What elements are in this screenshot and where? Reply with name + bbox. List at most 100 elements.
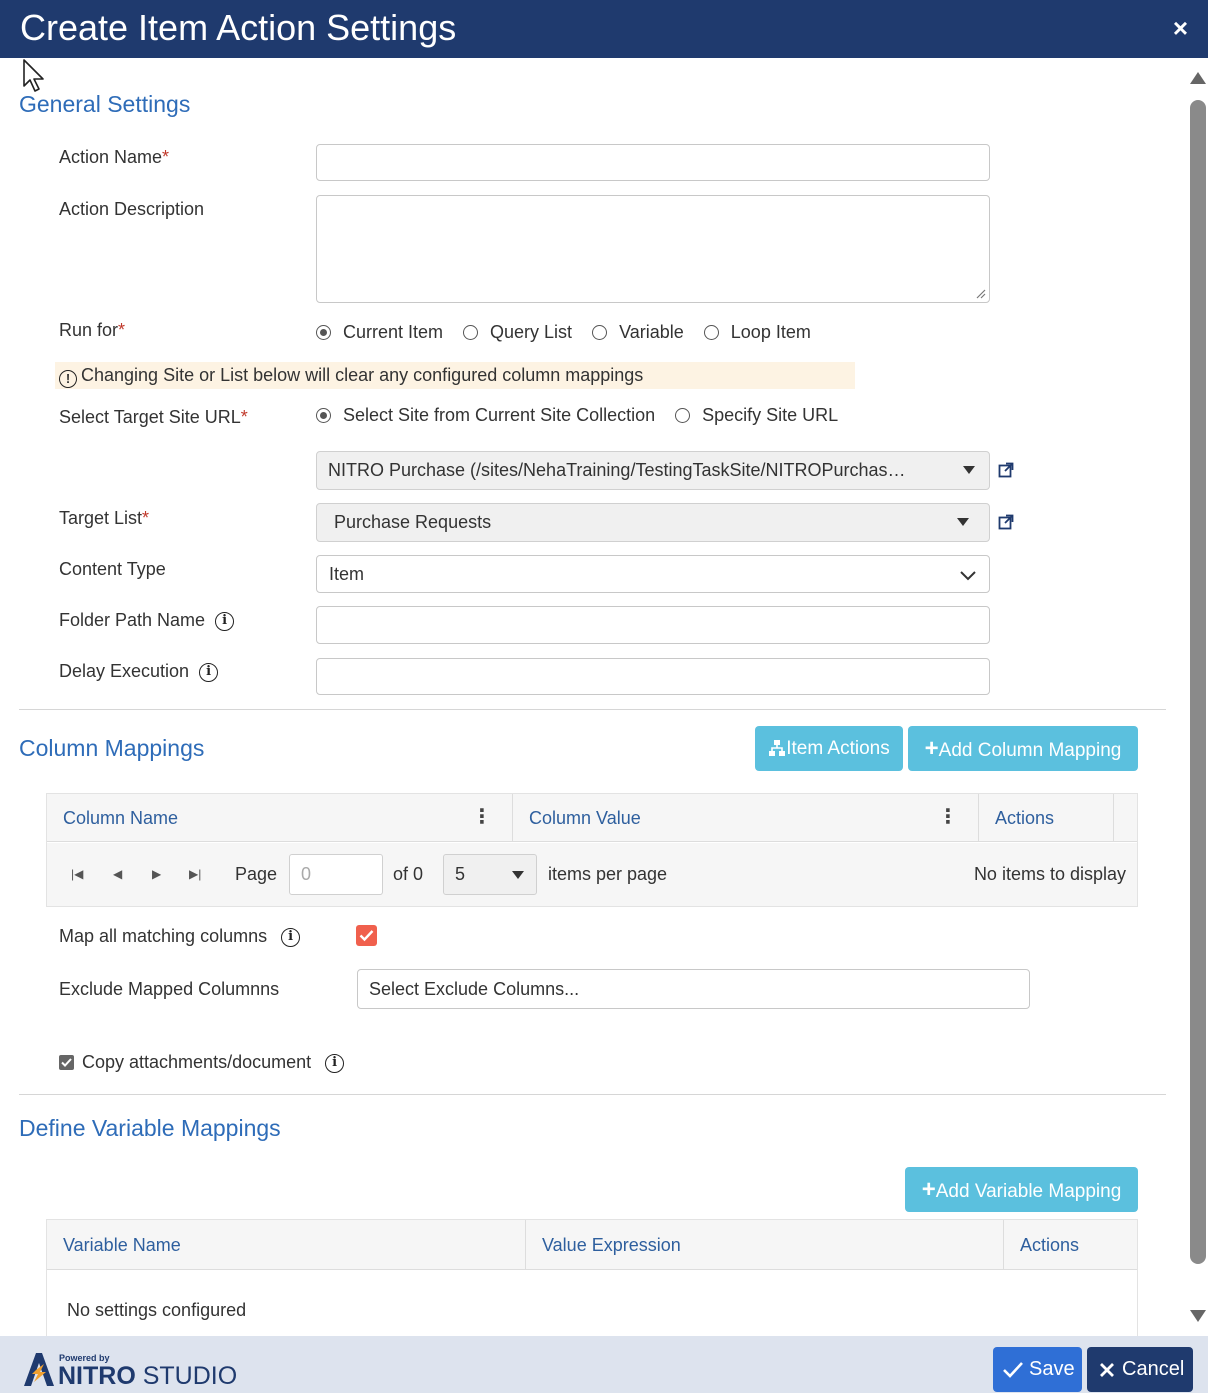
target-site-option-label: Specify Site URL <box>702 405 839 425</box>
scrollbar-thumb[interactable] <box>1190 100 1206 1264</box>
exclamation-icon: ! <box>59 370 77 388</box>
grid-header: Column Name ⋮ Column Value ⋮ Actions <box>47 794 1137 842</box>
run-for-query-list[interactable]: Query List <box>463 322 572 343</box>
cancel-label: Cancel <box>1122 1358 1185 1380</box>
site-from-collection-option[interactable]: Select Site from Current Site Collection <box>316 405 655 426</box>
add-column-mapping-button[interactable]: +Add Column Mapping <box>908 726 1138 771</box>
page-label: Page <box>235 864 278 884</box>
nitro-logo-icon <box>24 1353 54 1386</box>
scroll-down-icon[interactable] <box>1190 1310 1206 1322</box>
column-mappings-grid: Column Name ⋮ Column Value ⋮ Actions |◀ … <box>46 793 1138 907</box>
dialog-footer: Powered by NITRO STUDIO Save Cancel <box>0 1336 1208 1393</box>
scroll-up-icon[interactable] <box>1190 72 1206 84</box>
copy-attachments-row: Copy attachments/document i <box>59 1052 345 1073</box>
site-dropdown[interactable]: NITRO Purchase (/sites/NehaTraining/Test… <box>316 451 990 490</box>
exclude-columns-select[interactable]: Select Exclude Columns... <box>357 969 1030 1009</box>
first-page-icon[interactable]: |◀ <box>71 843 83 906</box>
run-for-loop-item[interactable]: Loop Item <box>703 322 811 343</box>
radio-unchecked-icon[interactable] <box>463 325 479 340</box>
save-button[interactable]: Save <box>993 1347 1082 1392</box>
items-per-page-label: items per page <box>548 864 668 884</box>
save-label: Save <box>1029 1358 1075 1380</box>
info-icon[interactable]: i <box>325 1053 345 1073</box>
mouse-pointer-icon <box>23 59 44 92</box>
run-for-option-label: Loop Item <box>730 322 811 342</box>
radio-checked-icon[interactable] <box>316 325 331 340</box>
map-all-checkbox[interactable] <box>356 925 377 946</box>
content-type-label: Content Type <box>59 559 166 579</box>
site-dropdown-value: NITRO Purchase (/sites/NehaTraining/Test… <box>328 460 906 480</box>
radio-checked-icon[interactable] <box>316 408 331 423</box>
add-column-mapping-label: Add Column Mapping <box>938 740 1122 761</box>
run-for-option-label: Current Item <box>343 322 444 342</box>
next-page-icon[interactable]: ▶ <box>152 843 161 906</box>
add-variable-mapping-label: Add Variable Mapping <box>935 1181 1122 1202</box>
map-all-label: Map all matching columns i <box>59 926 301 947</box>
header-label: Column Value <box>529 808 641 828</box>
caret-down-icon <box>963 466 975 474</box>
action-name-input[interactable] <box>316 144 990 181</box>
resize-grip-icon[interactable] <box>976 289 986 299</box>
warning-text: Changing Site or List below will clear a… <box>81 365 644 385</box>
exclude-mapped-label: Exclude Mapped Columnns <box>59 979 280 999</box>
item-actions-label: Item Actions <box>786 738 890 759</box>
previous-page-icon[interactable]: ◀ <box>113 843 122 906</box>
action-description-textarea[interactable] <box>316 195 990 303</box>
grid-pager: |◀ ◀ ▶ ▶| Page 0 of 0 5 items per page N… <box>47 843 1137 906</box>
plus-icon: + <box>924 735 939 762</box>
cancel-button[interactable]: Cancel <box>1087 1347 1193 1392</box>
radio-unchecked-icon[interactable] <box>592 325 608 340</box>
checkmark-icon <box>359 930 374 942</box>
delay-execution-input[interactable] <box>316 658 990 695</box>
last-page-icon[interactable]: ▶| <box>189 843 201 906</box>
column-value-header[interactable]: Column Value ⋮ <box>513 794 979 842</box>
variable-mappings-grid: Variable Name Value Expression Actions N… <box>46 1219 1138 1336</box>
radio-unchecked-icon[interactable] <box>703 325 719 340</box>
run-for-radio-group: Current Item Query List Variable Loop It… <box>316 322 831 343</box>
page-count-label: of 0 <box>393 864 424 884</box>
kebab-menu-icon[interactable]: ⋮ <box>472 794 492 840</box>
dialog-title-bar: Create Item Action Settings × <box>0 0 1208 58</box>
close-icon[interactable]: × <box>1173 14 1188 42</box>
add-variable-mapping-button[interactable]: +Add Variable Mapping <box>905 1167 1138 1212</box>
open-external-icon[interactable] <box>998 462 1014 478</box>
specify-site-url-option[interactable]: Specify Site URL <box>675 405 838 426</box>
run-for-current-item[interactable]: Current Item <box>316 322 443 343</box>
copy-attachments-checkbox[interactable] <box>59 1055 74 1070</box>
copy-attachments-label: Copy attachments/document <box>82 1052 312 1072</box>
x-icon <box>1100 1363 1114 1377</box>
open-external-icon[interactable] <box>998 514 1014 530</box>
run-for-option-label: Query List <box>490 322 573 342</box>
target-list-dropdown[interactable]: Purchase Requests <box>316 503 990 542</box>
target-list-value: Purchase Requests <box>334 512 492 532</box>
page-number-input[interactable]: 0 <box>289 854 383 895</box>
page-size-select[interactable]: 5 <box>443 854 537 895</box>
radio-unchecked-icon[interactable] <box>675 408 691 423</box>
action-description-label: Action Description <box>59 199 205 219</box>
action-name-label: Action Name* <box>59 147 170 167</box>
section-divider <box>19 709 1166 710</box>
run-for-label: Run for* <box>59 320 126 340</box>
target-site-label: Select Target Site URL* <box>59 407 248 427</box>
page-size-value: 5 <box>455 864 466 884</box>
header-label: Column Name <box>63 808 179 828</box>
target-site-option-label: Select Site from Current Site Collection <box>343 405 656 425</box>
item-actions-button[interactable]: Item Actions <box>755 726 903 771</box>
target-list-label: Target List* <box>59 508 150 528</box>
folder-path-input[interactable] <box>316 606 990 644</box>
column-name-header[interactable]: Column Name ⋮ <box>47 794 513 842</box>
vertical-scrollbar[interactable] <box>1188 66 1208 1328</box>
info-icon[interactable]: i <box>281 928 301 947</box>
run-for-variable[interactable]: Variable <box>592 322 684 343</box>
empty-grid-text: No settings configured <box>67 1300 247 1320</box>
info-icon[interactable]: i <box>215 611 235 631</box>
caret-down-icon <box>957 518 969 526</box>
variable-mappings-title: Define Variable Mappings <box>19 1115 281 1141</box>
actions-header: Actions <box>1020 1235 1080 1255</box>
grid-header: Variable Name Value Expression Actions <box>47 1220 1137 1270</box>
content-type-value: Item <box>329 564 365 584</box>
variable-name-header: Variable Name <box>47 1220 526 1270</box>
kebab-menu-icon[interactable]: ⋮ <box>938 794 958 840</box>
content-type-select[interactable]: Item <box>316 555 990 593</box>
info-icon[interactable]: i <box>199 662 219 682</box>
